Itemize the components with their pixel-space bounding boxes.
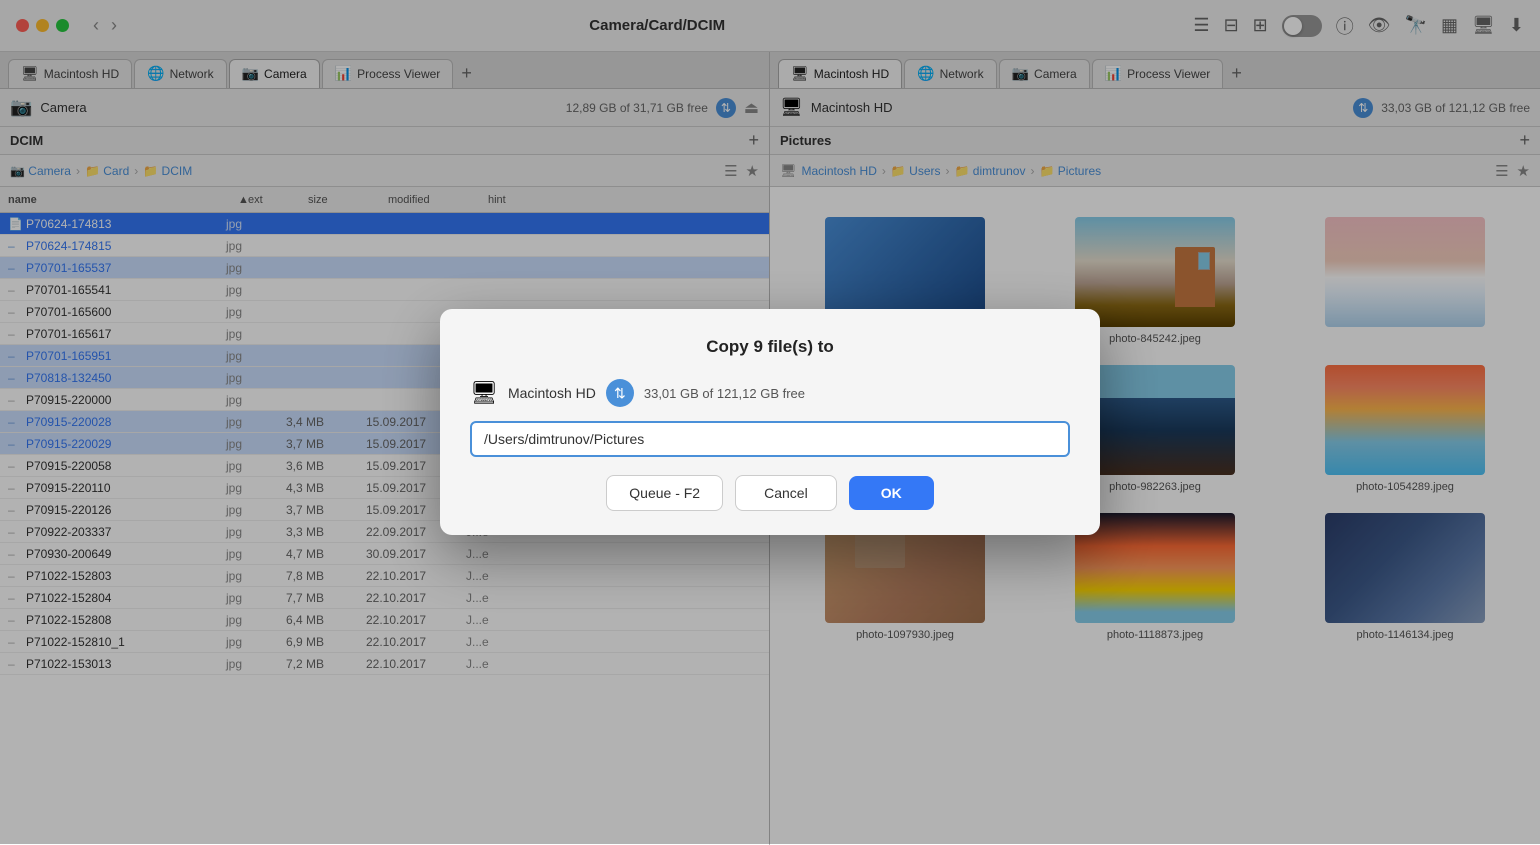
ok-button[interactable]: OK [849, 476, 934, 510]
queue-button[interactable]: Queue - F2 [606, 475, 723, 511]
disk-dropdown-button[interactable]: ⇅ [606, 379, 634, 407]
dialog-buttons: Queue - F2 Cancel OK [470, 475, 1070, 511]
dropdown-chevron-icon: ⇅ [614, 385, 626, 402]
destination-path-input[interactable] [470, 421, 1070, 457]
dialog-disk-row: 🖥 Macintosh HD ⇅ 33,01 GB of 121,12 GB f… [470, 379, 1070, 407]
dialog-disk-name: Macintosh HD [508, 385, 596, 401]
dialog-overlay: Copy 9 file(s) to 🖥 Macintosh HD ⇅ 33,01… [0, 0, 1540, 844]
copy-dialog: Copy 9 file(s) to 🖥 Macintosh HD ⇅ 33,01… [440, 309, 1100, 535]
dialog-disk-space: 33,01 GB of 121,12 GB free [644, 386, 805, 401]
dialog-disk-icon: 🖥 [470, 380, 498, 406]
cancel-button[interactable]: Cancel [735, 475, 837, 511]
dialog-title: Copy 9 file(s) to [470, 337, 1070, 357]
